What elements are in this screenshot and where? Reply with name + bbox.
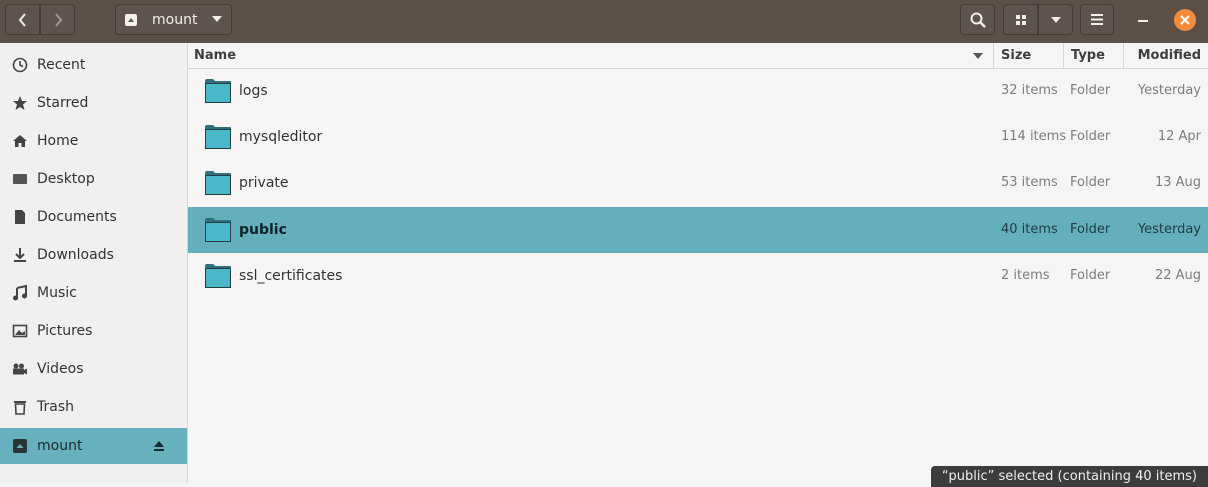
sidebar-item-documents[interactable]: Documents bbox=[0, 198, 187, 236]
clock-icon bbox=[12, 57, 28, 73]
file-size: 2 items bbox=[1001, 268, 1050, 283]
sidebar-item-mount[interactable]: mount bbox=[0, 428, 187, 464]
search-button[interactable] bbox=[960, 4, 995, 35]
document-icon bbox=[15, 210, 25, 224]
location-button[interactable]: mount bbox=[115, 4, 232, 35]
column-header: Name Size Type Modified bbox=[188, 43, 1208, 69]
file-type: Folder bbox=[1070, 129, 1111, 144]
file-type: Folder bbox=[1070, 222, 1111, 237]
sidebar-item-label: mount bbox=[37, 438, 83, 454]
column-size[interactable]: Size bbox=[993, 43, 1063, 68]
file-type: Folder bbox=[1070, 83, 1111, 98]
sidebar-item-music[interactable]: Music bbox=[0, 274, 187, 312]
column-name[interactable]: Name bbox=[194, 43, 992, 68]
chevron-left-icon bbox=[18, 12, 26, 27]
sidebar-item-videos[interactable]: Videos bbox=[0, 350, 187, 388]
folder-icon bbox=[205, 79, 231, 103]
column-type[interactable]: Type bbox=[1063, 43, 1123, 68]
chevron-down-icon bbox=[212, 16, 222, 22]
hamburger-menu-icon bbox=[1091, 14, 1103, 25]
sidebar-item-label: Pictures bbox=[37, 323, 93, 339]
file-modified: 12 Apr bbox=[1157, 129, 1201, 144]
view-options-button[interactable] bbox=[1038, 4, 1073, 35]
sidebar-item-label: Documents bbox=[37, 209, 117, 225]
sidebar-item-label: Starred bbox=[37, 95, 89, 111]
music-icon bbox=[13, 285, 27, 301]
eject-icon[interactable] bbox=[153, 440, 165, 452]
folder-icon bbox=[205, 171, 231, 195]
file-size: 40 items bbox=[1001, 222, 1058, 237]
file-name: logs bbox=[239, 83, 268, 99]
sidebar-item-recent[interactable]: Recent bbox=[0, 46, 187, 84]
video-icon bbox=[13, 363, 27, 375]
file-name: public bbox=[239, 222, 287, 238]
minimize-icon[interactable] bbox=[1138, 20, 1148, 22]
back-button[interactable] bbox=[5, 4, 40, 35]
file-modified: 22 Aug bbox=[1154, 268, 1201, 283]
table-row-selected[interactable]: public 40 items Folder Yesterday bbox=[188, 207, 1208, 253]
sort-descending-icon[interactable] bbox=[973, 53, 983, 59]
file-name: mysqleditor bbox=[239, 129, 323, 145]
file-modified: Yesterday bbox=[1137, 83, 1201, 98]
sidebar-item-label: Trash bbox=[37, 399, 74, 415]
file-modified: Yesterday bbox=[1137, 222, 1201, 237]
sidebar-item-label: Downloads bbox=[37, 247, 114, 263]
main-menu-button[interactable] bbox=[1080, 4, 1114, 35]
drive-icon bbox=[13, 439, 27, 453]
forward-button[interactable] bbox=[40, 4, 75, 35]
file-type: Folder bbox=[1070, 175, 1111, 190]
file-size: 53 items bbox=[1001, 175, 1058, 190]
column-modified[interactable]: Modified bbox=[1123, 43, 1208, 68]
sidebar-item-trash[interactable]: Trash bbox=[0, 388, 187, 426]
sidebar: Recent Starred Home Desktop Documents Do… bbox=[0, 43, 188, 483]
close-button[interactable] bbox=[1174, 9, 1196, 31]
folder-icon bbox=[205, 125, 231, 149]
location-label: mount bbox=[152, 11, 198, 28]
sidebar-item-label: Music bbox=[37, 285, 77, 301]
grid-view-button[interactable] bbox=[1003, 4, 1038, 35]
sidebar-item-label: Recent bbox=[37, 57, 86, 73]
status-bar: “public” selected (containing 40 items) bbox=[930, 466, 1208, 487]
sidebar-item-label: Videos bbox=[37, 361, 84, 377]
folder-icon bbox=[205, 218, 231, 242]
file-size: 114 items bbox=[1001, 129, 1067, 144]
desktop-icon bbox=[13, 174, 27, 184]
sidebar-item-label: Home bbox=[37, 133, 79, 149]
file-type: Folder bbox=[1070, 268, 1111, 283]
trash-icon bbox=[14, 401, 26, 415]
file-name: private bbox=[239, 175, 289, 191]
sidebar-item-pictures[interactable]: Pictures bbox=[0, 312, 187, 350]
download-icon bbox=[14, 248, 26, 262]
file-size: 32 items bbox=[1001, 83, 1058, 98]
file-modified: 13 Aug bbox=[1154, 175, 1201, 190]
table-row[interactable]: logs 32 items Folder Yesterday bbox=[188, 68, 1208, 114]
close-icon bbox=[1180, 15, 1190, 25]
table-row[interactable]: mysqleditor 114 items Folder 12 Apr bbox=[188, 114, 1208, 160]
drive-icon bbox=[125, 13, 137, 26]
sidebar-item-starred[interactable]: Starred bbox=[0, 84, 187, 122]
table-row[interactable]: ssl_certificates 2 items Folder 22 Aug bbox=[188, 253, 1208, 299]
file-name: ssl_certificates bbox=[239, 268, 343, 284]
sidebar-item-desktop[interactable]: Desktop bbox=[0, 160, 187, 198]
sidebar-item-label: Desktop bbox=[37, 171, 95, 187]
home-icon bbox=[13, 135, 27, 147]
chevron-right-icon bbox=[54, 12, 62, 27]
grid-view-icon bbox=[1015, 14, 1026, 25]
table-row[interactable]: private 53 items Folder 13 Aug bbox=[188, 160, 1208, 206]
picture-icon bbox=[12, 324, 28, 338]
search-icon bbox=[970, 12, 986, 28]
sidebar-item-home[interactable]: Home bbox=[0, 122, 187, 160]
sidebar-item-downloads[interactable]: Downloads bbox=[0, 236, 187, 274]
folder-icon bbox=[205, 264, 231, 288]
chevron-down-icon bbox=[1050, 16, 1061, 23]
file-list-view: Name Size Type Modified logs 32 items Fo… bbox=[188, 43, 1208, 487]
header-bar: mount bbox=[0, 0, 1208, 43]
star-icon bbox=[13, 96, 27, 110]
